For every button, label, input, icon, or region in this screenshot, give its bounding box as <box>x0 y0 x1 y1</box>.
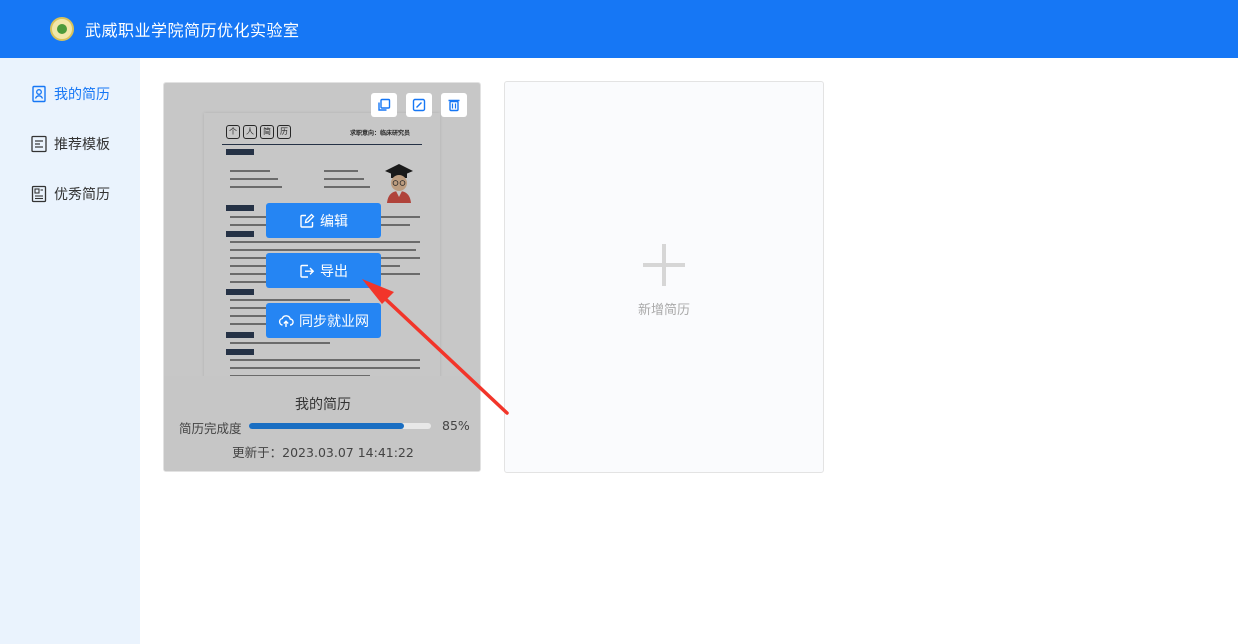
resume-card-info: 我的简历 简历完成度 85% 更新于：2023.03.07 14:41:22 <box>164 376 480 471</box>
sidebar-item-excellent-resumes[interactable]: 优秀简历 <box>30 184 110 204</box>
sidebar-item-label: 优秀简历 <box>54 187 110 203</box>
app-title: 武威职业学院简历优化实验室 <box>85 21 300 40</box>
export-button-label: 导出 <box>320 263 348 280</box>
person-card-icon <box>30 85 48 103</box>
delete-resume-button[interactable] <box>441 93 467 117</box>
sync-employment-site-button[interactable]: 同步就业网 <box>266 303 381 338</box>
document-list-icon <box>30 185 48 203</box>
updated-time-value: 2023.03.07 14:41:22 <box>282 445 414 460</box>
edit-button-label: 编辑 <box>320 213 348 230</box>
delete-icon <box>448 99 460 112</box>
edit-button[interactable]: 编辑 <box>266 203 381 238</box>
updated-time: 更新于：2023.03.07 14:41:22 <box>164 442 480 461</box>
sidebar-item-my-resume[interactable]: 我的简历 <box>30 84 110 104</box>
template-icon <box>30 135 48 153</box>
cloud-upload-icon <box>278 314 294 327</box>
top-bar: 武威职业学院简历优化实验室 <box>0 0 1238 58</box>
updated-label: 更新于： <box>232 445 283 460</box>
copy-resume-button[interactable] <box>371 93 397 117</box>
sidebar-item-templates[interactable]: 推荐模板 <box>30 134 110 154</box>
progress-percent: 85% <box>442 418 470 433</box>
progress-fill <box>249 423 404 429</box>
export-button[interactable]: 导出 <box>266 253 381 288</box>
copy-icon <box>378 98 391 111</box>
sidebar: 我的简历 推荐模板 优秀简历 <box>0 58 140 644</box>
edit-icon <box>412 98 426 112</box>
new-resume-label: 新增简历 <box>637 303 690 318</box>
sidebar-item-label: 我的简历 <box>54 87 110 103</box>
plus-icon <box>643 244 685 286</box>
sync-button-label: 同步就业网 <box>299 313 369 330</box>
completion-progress-bar <box>249 423 431 429</box>
resume-name: 我的简历 <box>295 397 351 413</box>
college-logo <box>50 17 74 41</box>
progress-label: 简历完成度 <box>179 421 242 436</box>
resume-card[interactable]: 个 人 简 历 求职意向：临床研究员 编辑 导出 同步就业网 我的简历 简历完成… <box>163 82 481 472</box>
edit-icon <box>300 213 315 228</box>
new-resume-card[interactable]: 新增简历 <box>504 81 824 473</box>
edit-resume-button[interactable] <box>406 93 432 117</box>
sidebar-item-label: 推荐模板 <box>54 137 110 153</box>
main-content: 个 人 简 历 求职意向：临床研究员 编辑 导出 同步就业网 我的简历 简历完成… <box>140 58 1238 644</box>
export-icon <box>300 264 315 278</box>
